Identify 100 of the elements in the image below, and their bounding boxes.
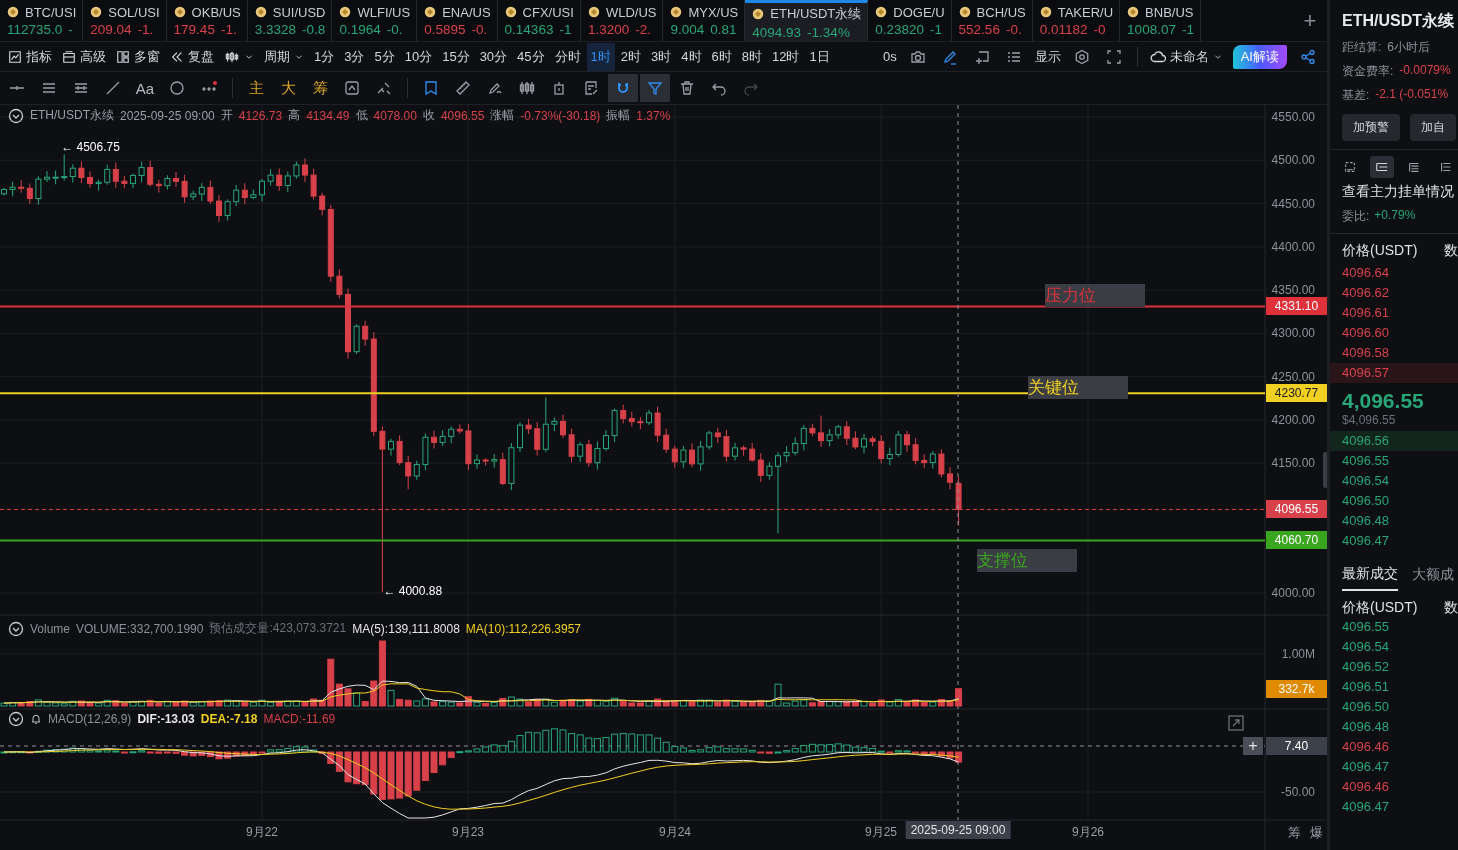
indicator-text: 1.37%: [636, 108, 671, 123]
indicator-text: Volume: [30, 621, 71, 636]
candles-icon: [519, 80, 535, 96]
drawing-tool-button[interactable]: 主: [241, 74, 271, 102]
info-value: 6小时后: [1387, 39, 1431, 56]
price-axis-label: 4000.00: [1271, 586, 1315, 600]
column-header: 价格(USDT): [1342, 242, 1418, 260]
high-price-marker: ← 4506.75: [61, 140, 120, 155]
current-price-tag: 4096.55: [1266, 500, 1327, 519]
trades-tab[interactable]: 大额成: [1412, 565, 1454, 591]
info-value: -2.1 (-0.051%: [1375, 87, 1449, 103]
indicator-text: DIF:-13.03: [137, 712, 195, 726]
bid-price: 4096.54: [1341, 472, 1390, 490]
chart-corner-button[interactable]: 筹: [1288, 824, 1301, 842]
chart-corner-button[interactable]: 爆: [1310, 824, 1323, 842]
ticker-tab[interactable]: ENA/US 0.5895 -0.: [417, 0, 498, 41]
price-tag: 4331.10: [1266, 297, 1327, 316]
indicator-text: MACD(12,26,9): [48, 712, 132, 726]
trade-price: 4096.51: [1341, 678, 1390, 696]
info-label: 资金费率:: [1342, 63, 1394, 80]
ticker-tab[interactable]: BTC/USI 112735.0 -: [0, 0, 84, 41]
ticker-tab[interactable]: BCH/US 552.56 -0.: [951, 0, 1033, 41]
toolbar-text-button[interactable]: 显示: [1030, 42, 1065, 71]
ticker-tab[interactable]: BNB/US 1008.07 -1: [1120, 0, 1201, 41]
advanced-menu[interactable]: 高级: [58, 42, 110, 71]
price-axis-label: 4400.00: [1271, 239, 1315, 254]
multi-window-menu[interactable]: 多窗: [112, 42, 164, 71]
indicator-text: 预估成交量:423,073.3721: [209, 620, 347, 637]
interval-tab[interactable]: 45分: [513, 42, 549, 71]
indicator-text: ETH/USDT永续: [30, 107, 114, 124]
interval-tab[interactable]: 3时: [647, 42, 676, 71]
price-axis-label: 4300.00: [1271, 326, 1315, 341]
interval-tab[interactable]: 6时: [707, 42, 736, 71]
ratio-label: 委比:: [1342, 208, 1370, 225]
indicator-text: 高: [288, 107, 301, 124]
ticker-tab[interactable]: ETH/USDT永续 4094.93 -1.34%: [745, 0, 869, 41]
interval-tab[interactable]: 12时: [768, 42, 804, 71]
low-price-marker: ← 4000.88: [383, 584, 443, 599]
layout-dropdown[interactable]: 未命名: [1145, 42, 1227, 71]
interval-tab[interactable]: 8时: [737, 42, 766, 71]
book-view-tab[interactable]: [1370, 156, 1394, 178]
interval-tab[interactable]: 分时: [550, 42, 585, 71]
order-book-link[interactable]: 查看主力挂单情况: [1342, 183, 1458, 201]
interval-tab[interactable]: 2时: [616, 42, 646, 71]
indicator-text: MACD:-11.69: [263, 712, 336, 726]
ticker-tab[interactable]: DOGE/U 0.23820 -1: [868, 0, 952, 41]
coin-icon: [670, 6, 683, 18]
interval-tab[interactable]: 1分: [310, 42, 339, 71]
info-value: -0.0079%: [1399, 63, 1451, 79]
note-icon: [583, 80, 599, 96]
magnet-tool-button[interactable]: [608, 74, 638, 102]
indicator-text: 收: [422, 107, 435, 124]
interval-tab[interactable]: 5分: [370, 42, 399, 71]
info-label: 基差:: [1342, 87, 1370, 104]
interval-tab[interactable]: 30分: [475, 42, 512, 71]
coin-icon: [504, 6, 517, 18]
level-note: 支撑位: [977, 549, 1077, 573]
ticker-tab[interactable]: SUI/USD 3.3328 -0.8: [247, 0, 333, 41]
panel-title: ETH/USDT永续: [1342, 11, 1455, 31]
ticker-tab[interactable]: OKB/US 179.45 -1.: [166, 0, 248, 41]
column-header: 价格(USDT): [1342, 599, 1418, 617]
ticker-tab[interactable]: WLFI/US 0.1964 -0.: [332, 0, 418, 41]
panel-button[interactable]: 加预警: [1342, 114, 1400, 141]
drawing-tool-button[interactable]: 筹: [305, 74, 335, 102]
coin-icon: [1039, 6, 1052, 18]
trades-tab[interactable]: 最新成交: [1342, 565, 1398, 591]
collapse-icon: [8, 620, 24, 637]
ratio-value: +0.79%: [1374, 208, 1416, 224]
bid-price: 4096.48: [1341, 512, 1390, 530]
ask-price: 4096.60: [1341, 324, 1390, 342]
add-tab-button[interactable]: +: [1293, 0, 1327, 41]
panel-button[interactable]: 加自: [1410, 114, 1456, 141]
interval-tab[interactable]: 15分: [438, 42, 474, 71]
crosshair-add-button[interactable]: +: [1243, 737, 1263, 755]
toolbar-text-button[interactable]: 0s: [878, 42, 901, 71]
replay-menu[interactable]: 复盘: [166, 42, 218, 71]
indicator-text: MA(10):112,226.3957: [465, 621, 582, 636]
interval-tab[interactable]: 1日: [805, 42, 834, 71]
price-tag: 4060.70: [1266, 531, 1327, 550]
drawing-tool-button[interactable]: Aa: [130, 74, 160, 102]
ticker-tab[interactable]: CFX/USI 0.14363 -1: [497, 0, 581, 41]
period-dropdown[interactable]: 周期: [260, 42, 308, 71]
interval-tab[interactable]: 3分: [340, 42, 369, 71]
trade-price: 4096.52: [1341, 658, 1390, 676]
fullscreen-icon: [1105, 48, 1122, 65]
ticker-tab[interactable]: SOL/USI 209.04 -1.: [83, 0, 167, 41]
ticker-tab[interactable]: TAKER/U 0.01182 -0: [1032, 0, 1121, 41]
ask-price: 4096.61: [1341, 304, 1390, 322]
order-book-view-icon: [1375, 160, 1389, 174]
ticker-tab[interactable]: WLD/US 1.3200 -2.: [580, 0, 664, 41]
interval-tab[interactable]: 4时: [677, 42, 706, 71]
ai-button[interactable]: AI解读: [1232, 44, 1287, 69]
filter-tool-button[interactable]: [640, 74, 670, 102]
coin-icon: [424, 6, 437, 18]
interval-tab[interactable]: 1时: [586, 42, 615, 71]
drawing-tool-button[interactable]: 大: [273, 74, 303, 102]
indicator-menu[interactable]: 指标: [4, 42, 56, 71]
bid-price: 4096.56: [1330, 431, 1458, 451]
interval-tab[interactable]: 10分: [400, 42, 437, 71]
column-header: 数: [1444, 599, 1458, 617]
